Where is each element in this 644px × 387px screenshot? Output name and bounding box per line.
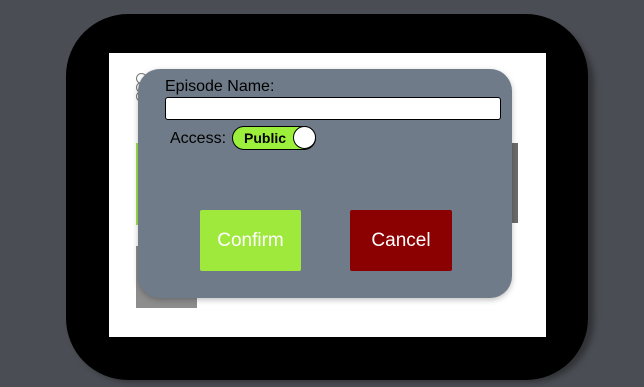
cancel-button[interactable]: Cancel bbox=[350, 210, 452, 271]
episode-dialog: Episode Name: Access: Public Confirm Can… bbox=[138, 69, 512, 298]
episode-name-label: Episode Name: bbox=[165, 78, 275, 95]
access-toggle[interactable]: Public bbox=[232, 126, 316, 150]
episode-name-input[interactable] bbox=[165, 97, 501, 120]
toggle-knob bbox=[293, 126, 316, 149]
confirm-button[interactable]: Confirm bbox=[200, 210, 301, 271]
access-toggle-label: Public bbox=[244, 130, 287, 146]
access-label: Access: bbox=[170, 130, 227, 147]
